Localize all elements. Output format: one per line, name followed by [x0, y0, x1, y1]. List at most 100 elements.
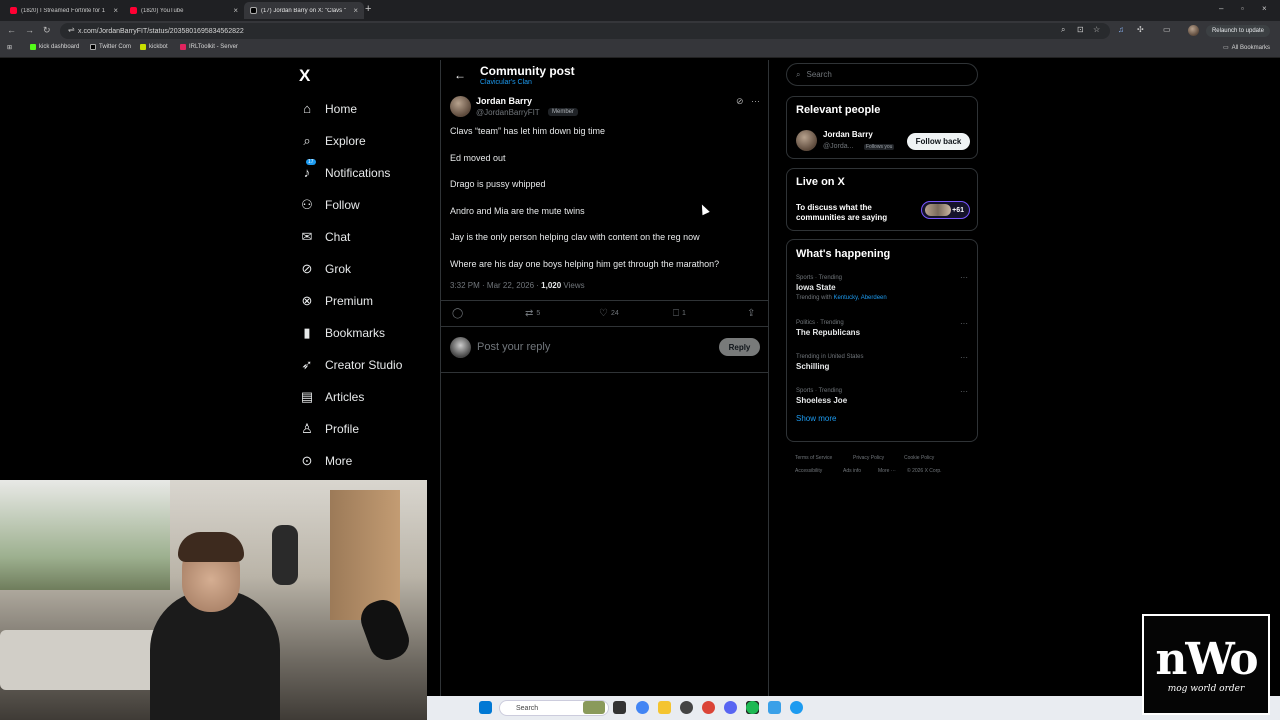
sidebar-item-bookmarks[interactable]: ▮ Bookmarks	[299, 325, 385, 341]
sidebar-item-profile[interactable]: ♙ Profile	[299, 421, 359, 437]
footer-link-privacy[interactable]: Privacy Policy	[853, 455, 884, 461]
browser-tab-active[interactable]: (17) Jordan Barry on X: "Clavs " ×	[244, 2, 364, 19]
views-label: Views	[561, 281, 585, 290]
notepad-icon[interactable]	[768, 701, 781, 714]
author-handle[interactable]: @JordanBarryFIT	[476, 108, 540, 117]
forward-icon[interactable]: →	[25, 25, 34, 35]
close-icon[interactable]: ×	[353, 6, 358, 15]
footer-link-terms[interactable]: Terms of Service	[795, 455, 832, 461]
more-options-icon[interactable]: ···	[751, 96, 760, 106]
share-action[interactable]: ⇪	[747, 308, 755, 319]
obs-icon[interactable]	[680, 701, 693, 714]
window-close-icon[interactable]: ×	[1262, 4, 1267, 13]
reply-action[interactable]: ◯	[452, 308, 463, 319]
all-bookmarks[interactable]: ▭ All Bookmarks	[1223, 44, 1270, 52]
sidebar-item-label: Grok	[325, 262, 352, 276]
close-icon[interactable]: ×	[233, 6, 238, 15]
widget-icon[interactable]	[583, 701, 605, 714]
footer-link-ads[interactable]: Ads info	[843, 468, 861, 474]
reply-button[interactable]: Reply	[719, 338, 760, 356]
edge-icon[interactable]	[790, 701, 803, 714]
search-icon: ⌕	[796, 69, 801, 79]
like-action[interactable]: ♡ 24	[599, 308, 619, 319]
apps-icon[interactable]: ⊞	[7, 44, 12, 51]
trend-item[interactable]: Trending in United States Schilling	[796, 354, 863, 371]
sidebar-item-home[interactable]: ⌂ Home	[299, 101, 357, 116]
bookmark-action[interactable]: ⎕ 1	[673, 308, 686, 319]
more-options-icon[interactable]: ···	[960, 353, 968, 362]
task-view-icon[interactable]	[613, 701, 626, 714]
new-tab-icon[interactable]: +	[365, 3, 371, 15]
trend-item[interactable]: Sports · Trending Iowa State Trending wi…	[796, 275, 887, 301]
reply-input[interactable]: Post your reply	[477, 341, 550, 353]
trend-with-links[interactable]: Kentucky, Aberdeen	[833, 295, 886, 301]
person-avatar[interactable]	[796, 130, 817, 151]
more-options-icon[interactable]: ···	[960, 387, 968, 396]
sidebar-item-grok[interactable]: ⊘ Grok	[299, 261, 351, 277]
sidebar-icon[interactable]: ▭	[1163, 25, 1171, 34]
follow-back-button[interactable]: Follow back	[907, 133, 970, 150]
x-icon	[90, 44, 96, 50]
footer-link-accessibility[interactable]: Accessibility	[795, 468, 822, 474]
minimize-icon[interactable]: –	[1219, 4, 1223, 13]
url-bar[interactable]: x.com/JordanBarryFIT/status/203580169583…	[60, 23, 1110, 39]
bookmark-kick-dashboard[interactable]: kick dashboard	[30, 44, 79, 50]
logo-small-text: mog world order	[1167, 683, 1245, 694]
install-icon[interactable]: ⊡	[1077, 25, 1084, 34]
community-link[interactable]: Clavicular's Clan	[480, 79, 532, 86]
site-info-icon[interactable]: ⇌	[68, 25, 75, 34]
post-text-line: Jay is the only person helping clav with…	[450, 232, 700, 242]
show-more-link[interactable]: Show more	[796, 414, 836, 423]
back-arrow-icon[interactable]: ←	[454, 68, 466, 82]
footer-link-cookie[interactable]: Cookie Policy	[904, 455, 934, 461]
extensions-icon[interactable]: ✣	[1137, 25, 1144, 34]
chrome-icon[interactable]	[636, 701, 649, 714]
more-options-icon[interactable]: ···	[960, 319, 968, 328]
file-explorer-icon[interactable]	[658, 701, 671, 714]
windows-start-icon[interactable]	[479, 701, 492, 714]
sidebar-item-more[interactable]: ⊙ More	[299, 453, 353, 469]
bookmark-kickbot[interactable]: kickbot	[140, 44, 168, 50]
grok-icon[interactable]: ⊘	[736, 96, 744, 107]
sidebar-item-explore[interactable]: ⌕ Explore	[299, 133, 365, 149]
maximize-icon[interactable]: ▫	[1241, 4, 1244, 13]
live-pill[interactable]: +61	[921, 201, 970, 219]
trend-item[interactable]: Politics · Trending The Republicans	[796, 320, 860, 337]
repost-action[interactable]: ⇄ 5	[525, 308, 540, 319]
sidebar-item-articles[interactable]: ▤ Articles	[299, 389, 365, 405]
sidebar-item-follow[interactable]: ⚇ Follow	[299, 197, 360, 213]
browser-tab[interactable]: (1820) I Streamed Fortnite for 1 ×	[4, 2, 124, 19]
sidebar-item-notifications[interactable]: ♪ 17 Notifications	[299, 159, 390, 180]
post-timestamp[interactable]: 3:32 PM · Mar 22, 2026 ·	[450, 281, 541, 290]
x-logo[interactable]: X	[299, 66, 310, 86]
trend-item[interactable]: Sports · Trending Shoeless Joe	[796, 388, 847, 405]
chrome-profile-icon[interactable]	[702, 701, 715, 714]
profile-avatar[interactable]	[1188, 25, 1199, 36]
zoom-icon[interactable]: ⌕	[1061, 25, 1065, 35]
more-options-icon[interactable]: ···	[960, 273, 968, 282]
audio-icon[interactable]: ♫	[1118, 25, 1124, 34]
author-name[interactable]: Jordan Barry	[476, 96, 532, 106]
star-icon[interactable]: ☆	[1093, 25, 1100, 34]
footer-link-more[interactable]: More ···	[878, 468, 896, 474]
views-count: 1,020	[541, 281, 562, 290]
discord-icon[interactable]	[724, 701, 737, 714]
search-input[interactable]: ⌕ Search	[786, 63, 978, 86]
sidebar-item-premium[interactable]: ⊗ Premium	[299, 293, 373, 309]
reload-icon[interactable]: ↻	[43, 25, 51, 36]
sidebar-item-creator-studio[interactable]: ➶ Creator Studio	[299, 357, 403, 373]
author-avatar[interactable]	[450, 96, 471, 117]
browser-tab[interactable]: (1820) YouTube ×	[124, 2, 244, 19]
browser-tab-bar: (1820) I Streamed Fortnite for 1 × (1820…	[0, 0, 1280, 21]
sidebar-item-chat[interactable]: ✉ Chat	[299, 229, 351, 245]
live-on-x-card[interactable]: Live on X To discuss what the communitie…	[786, 168, 978, 231]
bookmark-twitter-com[interactable]: Twitter Com	[90, 44, 131, 50]
relaunch-button[interactable]: Relaunch to update	[1206, 25, 1270, 37]
spotify-icon[interactable]	[746, 701, 759, 714]
bookmark-irltoolkit[interactable]: IRLToolkit - Server	[180, 44, 238, 50]
person-handle[interactable]: @Jorda...	[823, 143, 853, 150]
person-name[interactable]: Jordan Barry	[823, 130, 873, 139]
back-icon[interactable]: ←	[7, 25, 16, 35]
close-icon[interactable]: ×	[113, 6, 118, 15]
post-text-line: Drago is pussy whipped	[450, 179, 546, 189]
